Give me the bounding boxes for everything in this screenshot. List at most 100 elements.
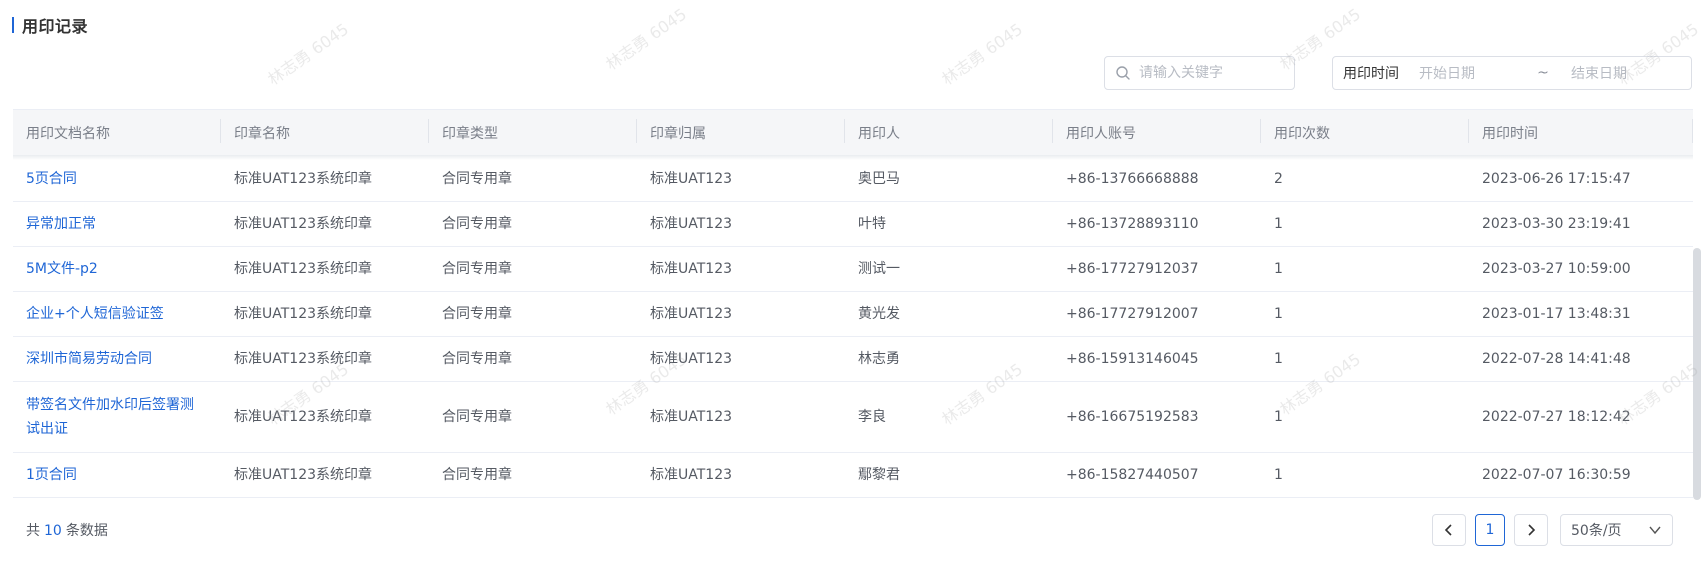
page-title: 用印记录 (22, 17, 89, 36)
column-header-seal-type: 印章类型 (429, 119, 637, 143)
page-header: 用印记录 (12, 14, 88, 36)
cell-seal-type: 合同专用章 (442, 171, 512, 187)
cell-seal-owner: 标准UAT123 (650, 351, 733, 367)
cell-seal-name: 标准UAT123系统印章 (234, 171, 373, 187)
cell-usage-count: 1 (1274, 306, 1283, 322)
cell-usage-time: 2022-07-07 16:30:59 (1482, 467, 1631, 483)
cell-seal-owner: 标准UAT123 (650, 216, 733, 232)
table-row: 带签名文件加水印后签署测试出证 标准UAT123系统印章 合同专用章 标准UAT123… (13, 382, 1693, 453)
column-header-usage-count: 用印次数 (1261, 119, 1469, 143)
page-button-current[interactable]: 1 (1475, 514, 1505, 546)
cell-user-account: +86-15827440507 (1066, 467, 1199, 483)
cell-usage-time: 2023-06-26 17:15:47 (1482, 171, 1631, 187)
cell-user: 林志勇 (858, 351, 900, 367)
cell-seal-name: 标准UAT123系统印章 (234, 409, 373, 425)
cell-user: 奥巴马 (858, 171, 900, 187)
cell-user-account: +86-17727912037 (1066, 261, 1199, 277)
page-size-select[interactable]: 50条/页 (1560, 514, 1673, 546)
cell-usage-time: 2022-07-27 18:12:42 (1482, 409, 1631, 425)
cell-usage-time: 2023-01-17 13:48:31 (1482, 306, 1631, 322)
search-input[interactable] (1137, 64, 1291, 82)
cell-user-account: +86-13728893110 (1066, 216, 1199, 232)
page-size-value: 50条/页 (1571, 523, 1622, 539)
table-header: 用印文档名称 印章名称 印章类型 印章归属 用印人 用印人账号 用印次数 用印时… (13, 109, 1693, 157)
chevron-right-icon (1528, 524, 1536, 536)
date-range-separator: ~ (1537, 65, 1549, 81)
date-range-picker[interactable]: 用印时间 开始日期 ~ 结束日期 (1332, 56, 1692, 90)
cell-seal-owner: 标准UAT123 (650, 409, 733, 425)
date-start-input[interactable]: 开始日期 (1415, 63, 1531, 83)
watermark-text: 林志勇 6045 (602, 4, 691, 74)
cell-seal-name: 标准UAT123系统印章 (234, 306, 373, 322)
document-name-link[interactable]: 5页合同 (13, 167, 221, 191)
cell-user: 叶特 (858, 216, 886, 232)
column-header-document-name: 用印文档名称 (13, 119, 221, 143)
cell-usage-count: 2 (1274, 171, 1283, 187)
column-header-usage-time: 用印时间 (1469, 119, 1693, 143)
table-row: 5M文件-p2 标准UAT123系统印章 合同专用章 标准UAT123 测试一 +86-1… (13, 247, 1693, 292)
document-name-link[interactable]: 1页合同 (13, 463, 221, 487)
watermark-text: 林志勇 6045 (264, 19, 353, 89)
title-accent-bar (12, 17, 14, 33)
table-scrollbar[interactable] (1693, 248, 1701, 500)
column-header-user: 用印人 (845, 119, 1053, 143)
document-name-link[interactable]: 深圳市简易劳动合同 (13, 347, 221, 371)
cell-seal-type: 合同专用章 (442, 467, 512, 483)
cell-seal-owner: 标准UAT123 (650, 261, 733, 277)
column-header-seal-owner: 印章归属 (637, 119, 845, 143)
table-row: 企业+个人短信验证签 标准UAT123系统印章 合同专用章 标准UAT123 黄光发 +8… (13, 292, 1693, 337)
table-row: 异常加正常 标准UAT123系统印章 合同专用章 标准UAT123 叶特 +86-1372… (13, 202, 1693, 247)
document-name-link[interactable]: 5M文件-p2 (13, 257, 221, 281)
cell-seal-name: 标准UAT123系统印章 (234, 351, 373, 367)
table-row: 5页合同 标准UAT123系统印章 合同专用章 标准UAT123 奥巴马 +86-1376… (13, 157, 1693, 202)
document-name-link[interactable]: 异常加正常 (13, 212, 221, 236)
total-count-text: 共 10 条数据 (26, 523, 108, 539)
cell-user: 鄢黎君 (858, 467, 900, 483)
cell-seal-owner: 标准UAT123 (650, 306, 733, 322)
chevron-down-icon (1649, 526, 1661, 535)
cell-seal-type: 合同专用章 (442, 409, 512, 425)
cell-user-account: +86-15913146045 (1066, 351, 1199, 367)
cell-seal-owner: 标准UAT123 (650, 171, 733, 187)
cell-usage-count: 1 (1274, 467, 1283, 483)
cell-seal-name: 标准UAT123系统印章 (234, 216, 373, 232)
seal-usage-records-page: 用印记录 用印时间 开始日期 ~ 结束日期 用印文档名称 印章名称 印章类型 印… (0, 0, 1705, 567)
cell-usage-time: 2023-03-30 23:19:41 (1482, 216, 1631, 232)
cell-user-account: +86-16675192583 (1066, 409, 1199, 425)
cell-usage-time: 2022-07-28 14:41:48 (1482, 351, 1631, 367)
document-name-link[interactable]: 带签名文件加水印后签署测试出证 (13, 393, 221, 441)
cell-usage-count: 1 (1274, 409, 1283, 425)
watermark-text: 林志勇 6045 (938, 19, 1027, 89)
cell-seal-type: 合同专用章 (442, 351, 512, 367)
search-field[interactable] (1104, 56, 1295, 90)
cell-user-account: +86-13766668888 (1066, 171, 1199, 187)
cell-seal-type: 合同专用章 (442, 306, 512, 322)
cell-seal-owner: 标准UAT123 (650, 467, 733, 483)
table-body: 5页合同 标准UAT123系统印章 合同专用章 标准UAT123 奥巴马 +86-1376… (13, 157, 1693, 498)
prev-page-button[interactable] (1432, 514, 1466, 546)
cell-user-account: +86-17727912007 (1066, 306, 1199, 322)
column-header-seal-name: 印章名称 (221, 119, 429, 143)
search-icon (1116, 66, 1130, 80)
document-name-link[interactable]: 企业+个人短信验证签 (13, 302, 221, 326)
cell-user: 李良 (858, 409, 886, 425)
cell-seal-name: 标准UAT123系统印章 (234, 261, 373, 277)
cell-seal-type: 合同专用章 (442, 261, 512, 277)
chevron-left-icon (1444, 524, 1452, 536)
date-end-input[interactable]: 结束日期 (1555, 63, 1627, 83)
cell-user: 测试一 (858, 261, 900, 277)
table-row: 深圳市简易劳动合同 标准UAT123系统印章 合同专用章 标准UAT123 林志勇 +86… (13, 337, 1693, 382)
records-table: 用印文档名称 印章名称 印章类型 印章归属 用印人 用印人账号 用印次数 用印时… (13, 109, 1693, 498)
table-scroll-shadow (13, 155, 1693, 160)
cell-user: 黄光发 (858, 306, 900, 322)
cell-usage-count: 1 (1274, 261, 1283, 277)
date-range-label: 用印时间 (1343, 66, 1399, 82)
cell-usage-count: 1 (1274, 216, 1283, 232)
cell-seal-type: 合同专用章 (442, 216, 512, 232)
cell-seal-name: 标准UAT123系统印章 (234, 467, 373, 483)
next-page-button[interactable] (1514, 514, 1548, 546)
cell-usage-time: 2023-03-27 10:59:00 (1482, 261, 1631, 277)
table-row: 1页合同 标准UAT123系统印章 合同专用章 标准UAT123 鄢黎君 +86-1582… (13, 453, 1693, 498)
total-count: 10 (44, 523, 62, 539)
cell-usage-count: 1 (1274, 351, 1283, 367)
